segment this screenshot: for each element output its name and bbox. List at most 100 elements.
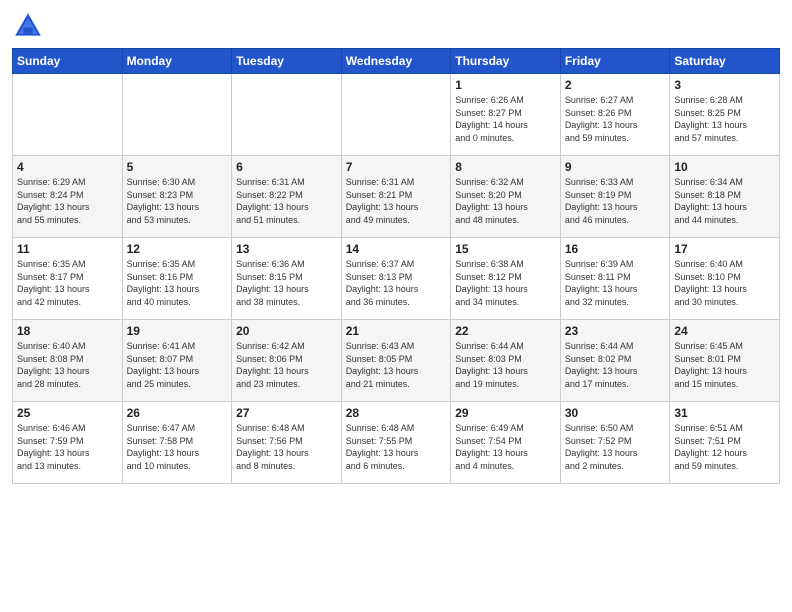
day-number: 12 xyxy=(127,242,228,256)
day-info: Sunrise: 6:26 AM Sunset: 8:27 PM Dayligh… xyxy=(455,94,556,144)
day-header: Sunday xyxy=(13,49,123,74)
calendar-cell: 20 Sunrise: 6:42 AM Sunset: 8:06 PM Dayli… xyxy=(232,320,342,402)
day-info: Sunrise: 6:48 AM Sunset: 7:56 PM Dayligh… xyxy=(236,422,337,472)
day-number: 3 xyxy=(674,78,775,92)
page: SundayMondayTuesdayWednesdayThursdayFrid… xyxy=(0,0,792,612)
day-info: Sunrise: 6:36 AM Sunset: 8:15 PM Dayligh… xyxy=(236,258,337,308)
day-number: 15 xyxy=(455,242,556,256)
calendar-cell: 9Sunrise: 6:33 AM Sunset: 8:19 PM Daylig… xyxy=(560,156,670,238)
day-number: 9 xyxy=(565,160,666,174)
day-number: 6 xyxy=(236,160,337,174)
day-number: 7 xyxy=(346,160,447,174)
header xyxy=(12,10,780,42)
header-row: SundayMondayTuesdayWednesdayThursdayFrid… xyxy=(13,49,780,74)
calendar-cell: 11 Sunrise: 6:35 AM Sunset: 8:17 PM Dayli… xyxy=(13,238,123,320)
calendar-cell: 22 Sunrise: 6:44 AM Sunset: 8:03 PM Dayli… xyxy=(451,320,561,402)
calendar-week: 4 Sunrise: 6:29 AM Sunset: 8:24 PM Daylig… xyxy=(13,156,780,238)
day-info: Sunrise: 6:47 AM Sunset: 7:58 PM Dayligh… xyxy=(127,422,228,472)
calendar-body: 1 Sunrise: 6:26 AM Sunset: 8:27 PM Daylig… xyxy=(13,74,780,484)
day-info: Sunrise: 6:42 AM Sunset: 8:06 PM Dayligh… xyxy=(236,340,337,390)
calendar-cell: 15 Sunrise: 6:38 AM Sunset: 8:12 PM Dayli… xyxy=(451,238,561,320)
calendar-cell: 8Sunrise: 6:32 AM Sunset: 8:20 PM Daylig… xyxy=(451,156,561,238)
day-info: Sunrise: 6:27 AM Sunset: 8:26 PM Dayligh… xyxy=(565,94,666,144)
day-info: Sunrise: 6:43 AM Sunset: 8:05 PM Dayligh… xyxy=(346,340,447,390)
day-number: 1 xyxy=(455,78,556,92)
day-number: 23 xyxy=(565,324,666,338)
day-number: 20 xyxy=(236,324,337,338)
calendar-cell: 1 Sunrise: 6:26 AM Sunset: 8:27 PM Daylig… xyxy=(451,74,561,156)
calendar-cell: 30Sunrise: 6:50 AM Sunset: 7:52 PM Dayli… xyxy=(560,402,670,484)
calendar-cell: 28 Sunrise: 6:48 AM Sunset: 7:55 PM Dayli… xyxy=(341,402,451,484)
calendar-cell: 31Sunrise: 6:51 AM Sunset: 7:51 PM Dayli… xyxy=(670,402,780,484)
calendar-cell: 5 Sunrise: 6:30 AM Sunset: 8:23 PM Daylig… xyxy=(122,156,232,238)
day-number: 17 xyxy=(674,242,775,256)
calendar-cell: 17 Sunrise: 6:40 AM Sunset: 8:10 PM Dayli… xyxy=(670,238,780,320)
day-number: 2 xyxy=(565,78,666,92)
calendar-cell: 26Sunrise: 6:47 AM Sunset: 7:58 PM Dayli… xyxy=(122,402,232,484)
day-number: 8 xyxy=(455,160,556,174)
day-number: 29 xyxy=(455,406,556,420)
calendar-cell: 25 Sunrise: 6:46 AM Sunset: 7:59 PM Dayli… xyxy=(13,402,123,484)
calendar-cell xyxy=(232,74,342,156)
day-info: Sunrise: 6:29 AM Sunset: 8:24 PM Dayligh… xyxy=(17,176,118,226)
day-number: 4 xyxy=(17,160,118,174)
day-info: Sunrise: 6:31 AM Sunset: 8:22 PM Dayligh… xyxy=(236,176,337,226)
calendar-cell: 23 Sunrise: 6:44 AM Sunset: 8:02 PM Dayli… xyxy=(560,320,670,402)
day-info: Sunrise: 6:46 AM Sunset: 7:59 PM Dayligh… xyxy=(17,422,118,472)
calendar-week: 25 Sunrise: 6:46 AM Sunset: 7:59 PM Dayli… xyxy=(13,402,780,484)
calendar-cell: 14Sunrise: 6:37 AM Sunset: 8:13 PM Dayli… xyxy=(341,238,451,320)
day-number: 14 xyxy=(346,242,447,256)
day-info: Sunrise: 6:28 AM Sunset: 8:25 PM Dayligh… xyxy=(674,94,775,144)
calendar-header: SundayMondayTuesdayWednesdayThursdayFrid… xyxy=(13,49,780,74)
calendar-cell: 24 Sunrise: 6:45 AM Sunset: 8:01 PM Dayli… xyxy=(670,320,780,402)
day-number: 27 xyxy=(236,406,337,420)
calendar-cell xyxy=(13,74,123,156)
day-info: Sunrise: 6:40 AM Sunset: 8:08 PM Dayligh… xyxy=(17,340,118,390)
calendar-cell: 16Sunrise: 6:39 AM Sunset: 8:11 PM Dayli… xyxy=(560,238,670,320)
day-number: 28 xyxy=(346,406,447,420)
day-number: 19 xyxy=(127,324,228,338)
day-number: 10 xyxy=(674,160,775,174)
day-header: Tuesday xyxy=(232,49,342,74)
calendar-cell: 27 Sunrise: 6:48 AM Sunset: 7:56 PM Dayli… xyxy=(232,402,342,484)
day-info: Sunrise: 6:48 AM Sunset: 7:55 PM Dayligh… xyxy=(346,422,447,472)
day-header: Friday xyxy=(560,49,670,74)
day-number: 16 xyxy=(565,242,666,256)
day-info: Sunrise: 6:34 AM Sunset: 8:18 PM Dayligh… xyxy=(674,176,775,226)
day-number: 25 xyxy=(17,406,118,420)
calendar-cell: 29 Sunrise: 6:49 AM Sunset: 7:54 PM Dayli… xyxy=(451,402,561,484)
day-number: 11 xyxy=(17,242,118,256)
day-info: Sunrise: 6:45 AM Sunset: 8:01 PM Dayligh… xyxy=(674,340,775,390)
calendar: SundayMondayTuesdayWednesdayThursdayFrid… xyxy=(12,48,780,484)
day-info: Sunrise: 6:35 AM Sunset: 8:16 PM Dayligh… xyxy=(127,258,228,308)
logo-icon xyxy=(12,10,44,42)
calendar-cell: 7Sunrise: 6:31 AM Sunset: 8:21 PM Daylig… xyxy=(341,156,451,238)
calendar-cell: 12 Sunrise: 6:35 AM Sunset: 8:16 PM Dayli… xyxy=(122,238,232,320)
day-number: 18 xyxy=(17,324,118,338)
day-info: Sunrise: 6:38 AM Sunset: 8:12 PM Dayligh… xyxy=(455,258,556,308)
logo xyxy=(12,10,48,42)
day-number: 24 xyxy=(674,324,775,338)
day-info: Sunrise: 6:30 AM Sunset: 8:23 PM Dayligh… xyxy=(127,176,228,226)
day-number: 5 xyxy=(127,160,228,174)
calendar-cell: 6 Sunrise: 6:31 AM Sunset: 8:22 PM Daylig… xyxy=(232,156,342,238)
calendar-cell: 19Sunrise: 6:41 AM Sunset: 8:07 PM Dayli… xyxy=(122,320,232,402)
day-number: 22 xyxy=(455,324,556,338)
calendar-cell: 18 Sunrise: 6:40 AM Sunset: 8:08 PM Dayli… xyxy=(13,320,123,402)
calendar-cell xyxy=(122,74,232,156)
calendar-cell: 4 Sunrise: 6:29 AM Sunset: 8:24 PM Daylig… xyxy=(13,156,123,238)
day-info: Sunrise: 6:35 AM Sunset: 8:17 PM Dayligh… xyxy=(17,258,118,308)
calendar-cell: 10 Sunrise: 6:34 AM Sunset: 8:18 PM Dayli… xyxy=(670,156,780,238)
calendar-week: 18 Sunrise: 6:40 AM Sunset: 8:08 PM Dayli… xyxy=(13,320,780,402)
day-info: Sunrise: 6:49 AM Sunset: 7:54 PM Dayligh… xyxy=(455,422,556,472)
day-header: Monday xyxy=(122,49,232,74)
day-number: 13 xyxy=(236,242,337,256)
day-info: Sunrise: 6:40 AM Sunset: 8:10 PM Dayligh… xyxy=(674,258,775,308)
calendar-week: 11 Sunrise: 6:35 AM Sunset: 8:17 PM Dayli… xyxy=(13,238,780,320)
calendar-cell: 13 Sunrise: 6:36 AM Sunset: 8:15 PM Dayli… xyxy=(232,238,342,320)
calendar-cell: 3 Sunrise: 6:28 AM Sunset: 8:25 PM Daylig… xyxy=(670,74,780,156)
day-info: Sunrise: 6:44 AM Sunset: 8:02 PM Dayligh… xyxy=(565,340,666,390)
day-info: Sunrise: 6:51 AM Sunset: 7:51 PM Dayligh… xyxy=(674,422,775,472)
day-info: Sunrise: 6:44 AM Sunset: 8:03 PM Dayligh… xyxy=(455,340,556,390)
calendar-week: 1 Sunrise: 6:26 AM Sunset: 8:27 PM Daylig… xyxy=(13,74,780,156)
